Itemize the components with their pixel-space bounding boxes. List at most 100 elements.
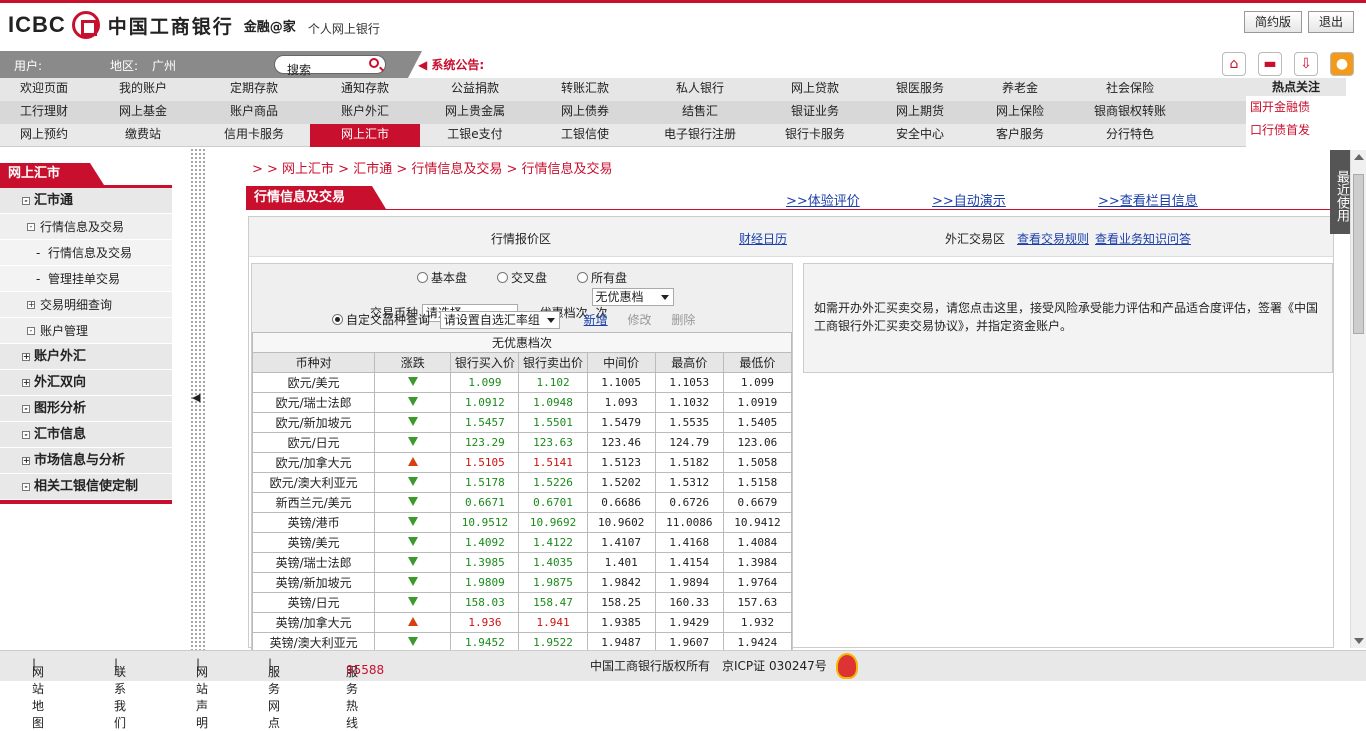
left-menu-item[interactable]: - 行情信息及交易 (0, 240, 172, 266)
table-row[interactable]: 英镑/新加坡元 1.9809 1.9875 1.9842 1.9894 1.9764 (251, 572, 793, 593)
page-scrollbar[interactable] (1350, 150, 1366, 648)
left-menu-item[interactable]: - 管理挂单交易 (0, 266, 172, 292)
left-menu-item[interactable]: - 行情信息及交易 (0, 214, 172, 240)
nav-item[interactable]: 通知存款 (310, 78, 420, 101)
collapse-icon[interactable]: - (22, 431, 30, 439)
expand-icon[interactable]: + (22, 379, 30, 387)
table-row[interactable]: 欧元/美元 1.099 1.102 1.1005 1.1053 1.099 (251, 372, 793, 393)
nav-item[interactable]: 养老金 (970, 78, 1070, 101)
table-row[interactable]: 英镑/美元 1.4092 1.4122 1.4107 1.4168 1.4084 (251, 532, 793, 553)
table-row[interactable]: 欧元/日元 123.29 123.63 123.46 124.79 123.06 (251, 432, 793, 453)
scroll-up-icon[interactable] (1354, 154, 1364, 160)
nav-item[interactable]: 网上贵金属 (420, 101, 530, 124)
scroll-down-icon[interactable] (1354, 638, 1364, 644)
service-icon[interactable]: ● (1330, 52, 1354, 76)
expand-icon[interactable]: + (22, 353, 30, 361)
collapse-icon[interactable]: - (22, 483, 30, 491)
left-menu-item[interactable]: - 账户管理 (0, 318, 172, 344)
auto-demo-link[interactable]: >>自动演示 (932, 190, 1006, 209)
currency-pair-cell[interactable]: 欧元/美元 (251, 372, 376, 393)
left-menu-item[interactable]: - 图形分析 (0, 396, 172, 422)
nav-item[interactable]: 网上债券 (530, 101, 640, 124)
left-menu-item[interactable]: + 外汇双向 (0, 370, 172, 396)
radio-all[interactable]: 所有盘 (577, 269, 627, 286)
left-menu-item[interactable]: + 交易明细查询 (0, 292, 172, 318)
nav-item[interactable]: 定期存款 (198, 78, 310, 101)
nav-item[interactable]: 工银信使 (530, 124, 640, 147)
breadcrumb[interactable]: > > 网上汇市 > 汇市通 > 行情信息及交易 > 行情信息及交易 (252, 158, 613, 177)
recent-used-tab[interactable]: 最近使用 (1330, 150, 1350, 234)
nav-item[interactable]: 工行理财 (0, 101, 88, 124)
system-notice[interactable]: ◀ 系统公告: (418, 56, 484, 73)
column-info-link[interactable]: >>查看栏目信息 (1098, 190, 1198, 209)
currency-pair-cell[interactable]: 英镑/美元 (251, 532, 376, 553)
currency-pair-cell[interactable]: 欧元/日元 (251, 432, 376, 453)
collapse-icon[interactable]: - (27, 223, 35, 231)
custom-radio-icon[interactable] (332, 314, 343, 325)
search-icon[interactable] (369, 58, 379, 68)
feedback-link[interactable]: >>体验评价 (786, 190, 860, 209)
nav-item[interactable]: 网上汇市 (310, 124, 420, 147)
currency-pair-cell[interactable]: 英镑/加拿大元 (251, 612, 376, 633)
nav-item[interactable]: 账户外汇 (310, 101, 420, 124)
nav-item[interactable]: 信用卡服务 (198, 124, 310, 147)
currency-pair-cell[interactable]: 欧元/新加坡元 (251, 412, 376, 433)
nav-item[interactable]: 私人银行 (640, 78, 760, 101)
left-menu-item[interactable]: - 汇市通 (0, 188, 172, 214)
table-row[interactable]: 欧元/澳大利亚元 1.5178 1.5226 1.5202 1.5312 1.5158 (251, 472, 793, 493)
nav-item[interactable]: 我的账户 (88, 78, 198, 101)
nav-item[interactable]: 工银e支付 (420, 124, 530, 147)
table-row[interactable]: 欧元/加拿大元 1.5105 1.5141 1.5123 1.5182 1.5058 (251, 452, 793, 473)
hot-link[interactable]: 国开金融债 (1246, 96, 1346, 119)
nav-item[interactable]: 电子银行注册 (640, 124, 760, 147)
hot-link[interactable]: 口行债首发 (1246, 119, 1346, 142)
currency-pair-cell[interactable]: 英镑/新加坡元 (251, 572, 376, 593)
nav-item[interactable]: 分行特色 (1070, 124, 1190, 147)
left-menu-item[interactable]: - 汇市信息 (0, 422, 172, 448)
cart-icon[interactable]: ▬ (1258, 52, 1282, 76)
faq-link[interactable]: 查看业务知识问答 (1095, 230, 1191, 247)
nav-item[interactable]: 网上基金 (88, 101, 198, 124)
left-menu-item[interactable]: + 市场信息与分析 (0, 448, 172, 474)
radio-basic[interactable]: 基本盘 (417, 269, 467, 286)
currency-pair-cell[interactable]: 欧元/瑞士法郎 (251, 392, 376, 413)
nav-item[interactable]: 网上保险 (970, 101, 1070, 124)
nav-item[interactable]: 客户服务 (970, 124, 1070, 147)
trade-rules-link[interactable]: 查看交易规则 (1017, 230, 1089, 247)
home-icon[interactable]: ⌂ (1222, 52, 1246, 76)
nav-item[interactable]: 欢迎页面 (0, 78, 88, 101)
table-row[interactable]: 英镑/瑞士法郎 1.3985 1.4035 1.401 1.4154 1.3984 (251, 552, 793, 573)
footer-link-sitemap[interactable]: 网站地图 | (32, 657, 44, 730)
expand-icon[interactable]: + (22, 457, 30, 465)
custom-group-select[interactable]: 请设置自选汇率组 (439, 311, 560, 329)
currency-pair-cell[interactable]: 欧元/加拿大元 (251, 452, 376, 473)
currency-pair-cell[interactable]: 英镑/瑞士法郎 (251, 552, 376, 573)
add-link[interactable]: 新增 (584, 313, 608, 327)
nav-item[interactable]: 社会保险 (1070, 78, 1190, 101)
table-row[interactable]: 英镑/日元 158.03 158.47 158.25 160.33 157.63 (251, 592, 793, 613)
radio-icon[interactable] (577, 272, 589, 283)
footer-link-contact[interactable]: 联系我们 | (114, 657, 126, 730)
radio-icon[interactable] (417, 272, 428, 283)
nav-item[interactable]: 安全中心 (870, 124, 970, 147)
nav-item[interactable]: 缴费站 (88, 124, 198, 147)
nav-item[interactable]: 网上期货 (870, 101, 970, 124)
table-row[interactable]: 欧元/新加坡元 1.5457 1.5501 1.5479 1.5535 1.5405 (251, 412, 793, 433)
collapse-arrow-icon[interactable]: ◀ (192, 391, 200, 404)
nav-item[interactable]: 结售汇 (640, 101, 760, 124)
nav-item[interactable]: 银商银权转账 (1070, 101, 1190, 124)
footer-link-statement[interactable]: 网站声明 | (196, 657, 208, 730)
search-input[interactable]: 搜索 (274, 55, 386, 77)
collapse-icon[interactable]: - (27, 327, 35, 335)
nav-item[interactable]: 网上贷款 (760, 78, 870, 101)
expand-icon[interactable]: + (27, 301, 35, 309)
nav-item[interactable]: 银医服务 (870, 78, 970, 101)
currency-pair-cell[interactable]: 英镑/日元 (251, 592, 376, 613)
table-row[interactable]: 新西兰元/美元 0.6671 0.6701 0.6686 0.6726 0.6679 (251, 492, 793, 513)
discount-select[interactable]: 无优惠档次 (591, 288, 674, 320)
nav-item[interactable]: 银行卡服务 (760, 124, 870, 147)
logout-button[interactable]: 退出 (1307, 11, 1354, 33)
download-icon[interactable]: ⇩ (1294, 52, 1318, 76)
table-row[interactable]: 欧元/瑞士法郎 1.0912 1.0948 1.093 1.1032 1.0919 (251, 392, 793, 413)
left-menu-item[interactable]: - 相关工银信使定制 (0, 474, 172, 500)
